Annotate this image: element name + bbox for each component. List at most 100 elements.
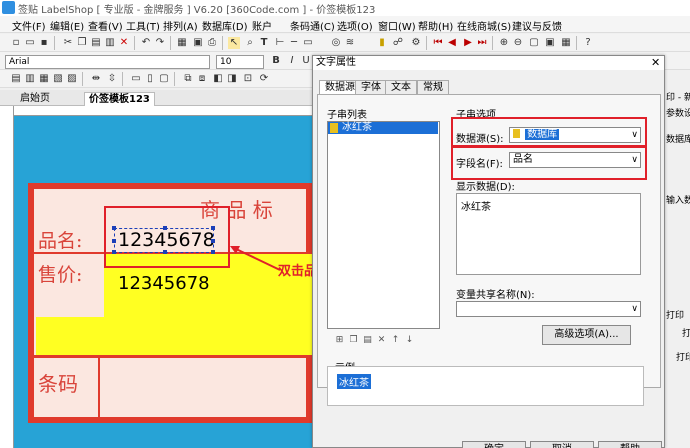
delete-substring-icon[interactable]: ✕ bbox=[377, 336, 386, 345]
rfid-icon[interactable]: ◎ bbox=[330, 37, 342, 49]
align-bottom-icon[interactable]: ▨ bbox=[66, 73, 78, 85]
draw-line-icon[interactable]: ─ bbox=[288, 37, 300, 49]
same-width-icon[interactable]: ▭ bbox=[130, 73, 142, 85]
last-record-icon[interactable]: ⏭ bbox=[476, 37, 488, 49]
print-preview-icon[interactable]: ▣ bbox=[192, 37, 204, 49]
undo-icon[interactable]: ↶ bbox=[140, 37, 152, 49]
sample-value: 冰红茶 bbox=[337, 374, 371, 389]
help-icon[interactable]: ? bbox=[582, 37, 594, 49]
open-folder-icon[interactable]: ▭ bbox=[24, 37, 36, 49]
cancel-button[interactable]: 取消 bbox=[530, 441, 594, 448]
zoom-tool-icon[interactable]: ⌕ bbox=[244, 37, 256, 49]
menu-database[interactable]: 数据库(D) bbox=[202, 18, 248, 33]
same-height-icon[interactable]: ▯ bbox=[144, 73, 156, 85]
menu-tools[interactable]: 工具(T) bbox=[126, 18, 160, 33]
menu-view[interactable]: 查看(V) bbox=[88, 18, 123, 33]
first-record-icon[interactable]: ⏮ bbox=[432, 37, 444, 49]
font-family-select[interactable]: Arial bbox=[5, 55, 210, 69]
menu-shop[interactable]: 在线商城(S) bbox=[457, 18, 511, 33]
add-substring-icon[interactable]: ⊞ bbox=[335, 336, 344, 345]
paste-special-icon[interactable]: ▥ bbox=[104, 37, 116, 49]
menu-help[interactable]: 帮助(H) bbox=[418, 18, 453, 33]
align-right-icon[interactable]: ▦ bbox=[38, 73, 50, 85]
tab-start-page[interactable]: 启始页 bbox=[16, 92, 54, 106]
next-record-icon[interactable]: ▶ bbox=[462, 37, 474, 49]
title-bar: 签贴 LabelShop [ 专业版 - 金牌服务 ] V6.20 [360Co… bbox=[0, 0, 690, 16]
help-button[interactable]: 帮助 bbox=[598, 441, 662, 448]
binoculars-icon[interactable]: ☍ bbox=[392, 37, 404, 49]
zoom-in-icon[interactable]: ⊕ bbox=[498, 37, 510, 49]
wireless-icon[interactable]: ≋ bbox=[344, 37, 356, 49]
delete-icon[interactable]: ✕ bbox=[118, 37, 130, 49]
tab-text[interactable]: 文本 bbox=[385, 80, 417, 95]
move-down-icon[interactable]: ↓ bbox=[405, 336, 414, 345]
lock-icon[interactable]: ⊡ bbox=[242, 73, 254, 85]
align-left-icon[interactable]: ▤ bbox=[10, 73, 22, 85]
shared-name-select[interactable]: ∨ bbox=[456, 301, 641, 317]
side-panel-text: 数据库 bbox=[666, 135, 690, 145]
menu-file[interactable]: 文件(F) bbox=[12, 18, 46, 33]
paste-icon[interactable]: ▤ bbox=[90, 37, 102, 49]
menu-feedback[interactable]: 建议与反馈 bbox=[512, 18, 562, 33]
display-data-textarea[interactable]: 冰红茶 bbox=[456, 193, 641, 275]
bold-icon[interactable]: B bbox=[270, 55, 282, 67]
rotate-icon[interactable]: ⟳ bbox=[258, 73, 270, 85]
copy-substring-icon[interactable]: ❐ bbox=[349, 336, 358, 345]
tab-general[interactable]: 常规 bbox=[417, 80, 449, 95]
ungroup-icon[interactable]: ⧈ bbox=[196, 73, 208, 85]
copy-icon[interactable]: ❐ bbox=[76, 37, 88, 49]
prev-record-icon[interactable]: ◀ bbox=[446, 37, 458, 49]
advanced-options-button[interactable]: 高级选项(A)... bbox=[542, 325, 631, 345]
menu-barcode[interactable]: 条码通(C) bbox=[290, 18, 335, 33]
grid-icon[interactable]: ▦ bbox=[560, 37, 572, 49]
same-size-icon[interactable]: ▢ bbox=[158, 73, 170, 85]
rectangle-tool-icon[interactable]: ▭ bbox=[302, 37, 314, 49]
table-icon[interactable]: ▦ bbox=[176, 37, 188, 49]
ok-button[interactable]: 确定 bbox=[462, 441, 526, 448]
product-name-label: 品名: bbox=[38, 230, 83, 252]
database-icon[interactable]: ▮ bbox=[376, 37, 388, 49]
fit-page-icon[interactable]: ▢ bbox=[528, 37, 540, 49]
distribute-v-icon[interactable]: ⇳ bbox=[106, 73, 118, 85]
menu-edit[interactable]: 编辑(E) bbox=[50, 18, 84, 33]
cut-icon[interactable]: ✂ bbox=[62, 37, 74, 49]
highlight-field-name bbox=[451, 146, 647, 180]
tab-font[interactable]: 字体 bbox=[355, 80, 387, 95]
align-top-icon[interactable]: ▧ bbox=[52, 73, 64, 85]
menu-arrange[interactable]: 排列(A) bbox=[163, 18, 198, 33]
distribute-h-icon[interactable]: ⇹ bbox=[90, 73, 102, 85]
bring-front-icon[interactable]: ◧ bbox=[212, 73, 224, 85]
close-icon[interactable]: ✕ bbox=[651, 56, 660, 69]
text-tool-icon[interactable]: T bbox=[258, 37, 270, 49]
sample-preview bbox=[327, 366, 644, 406]
tab-template[interactable]: 价签模板123 bbox=[84, 92, 155, 106]
zoom-out-icon[interactable]: ⊖ bbox=[512, 37, 524, 49]
text-properties-dialog: 文字属性 ✕ 数据源 字体 文本 常规 子串列表 冰红茶 ⊞ ❐ ▤ ✕ ↑ ↓… bbox=[312, 55, 665, 448]
move-up-icon[interactable]: ↑ bbox=[391, 336, 400, 345]
print-icon[interactable]: ⎙ bbox=[206, 37, 218, 49]
send-back-icon[interactable]: ◨ bbox=[226, 73, 238, 85]
substring-list[interactable] bbox=[327, 121, 440, 329]
underline-icon[interactable]: U bbox=[300, 55, 312, 67]
line-tool-icon[interactable]: ⊢ bbox=[274, 37, 286, 49]
shared-name-label: 变量共享名称(N): bbox=[456, 290, 535, 301]
italic-icon[interactable]: I bbox=[286, 55, 298, 67]
paste-substring-icon[interactable]: ▤ bbox=[363, 336, 372, 345]
group-icon[interactable]: ⧉ bbox=[182, 73, 194, 85]
fit-width-icon[interactable]: ▣ bbox=[544, 37, 556, 49]
menu-window[interactable]: 窗口(W) bbox=[378, 18, 416, 33]
substring-list-label: 子串列表 bbox=[327, 110, 367, 121]
menu-account[interactable]: 账户 bbox=[252, 18, 272, 33]
settings-icon[interactable]: ⚙ bbox=[410, 37, 422, 49]
list-item[interactable]: 冰红茶 bbox=[328, 122, 438, 134]
font-size-select[interactable]: 10 bbox=[216, 55, 264, 69]
barcode-label: 条码 bbox=[38, 372, 78, 396]
align-center-icon[interactable]: ▥ bbox=[24, 73, 36, 85]
price-field[interactable]: 12345678 bbox=[118, 273, 210, 294]
select-pointer-icon[interactable]: ↖ bbox=[228, 37, 240, 49]
redo-icon[interactable]: ↷ bbox=[154, 37, 166, 49]
side-panel-text: 参数设 bbox=[666, 109, 690, 119]
new-file-icon[interactable]: ▫ bbox=[10, 37, 22, 49]
save-icon[interactable]: ▪ bbox=[38, 37, 50, 49]
menu-options[interactable]: 选项(O) bbox=[337, 18, 373, 33]
